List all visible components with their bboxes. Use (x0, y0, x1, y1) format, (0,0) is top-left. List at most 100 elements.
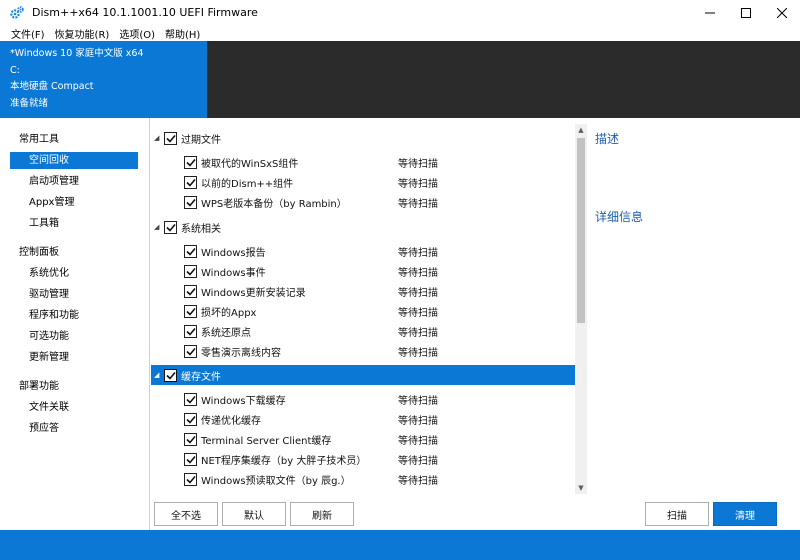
item-status: 等待扫描 (398, 415, 438, 427)
menu-file[interactable]: 文件(F) (0, 26, 50, 41)
item-label: Windows事件 (201, 267, 266, 279)
session-card-active[interactable]: *Windows 10 家庭中文版 x64 C: 本地硬盘 Compact 准备… (0, 41, 207, 118)
menu-help[interactable]: 帮助(H) (160, 26, 205, 41)
group-expired-files[interactable]: ◢ 过期文件 (151, 128, 575, 148)
checkbox[interactable] (184, 195, 197, 209)
list-item[interactable]: 零售演示离线内容 等待扫描 (151, 341, 575, 361)
item-label: 传递优化缓存 (201, 415, 261, 427)
checkbox[interactable] (184, 452, 197, 466)
scrollbar-thumb[interactable] (577, 138, 585, 323)
sidebar-item-appx[interactable]: Appx管理 (10, 194, 138, 211)
session-status: 准备就绪 (10, 97, 49, 109)
expand-triangle-icon[interactable]: ◢ (154, 223, 164, 231)
item-status: 等待扫描 (398, 395, 438, 407)
item-label: 被取代的WinSxS组件 (201, 158, 299, 170)
list-item[interactable]: 被取代的WinSxS组件 等待扫描 (151, 152, 575, 172)
deselect-all-button[interactable]: 全不选 (154, 502, 218, 526)
scan-button[interactable]: 扫描 (645, 502, 709, 526)
checkbox[interactable] (164, 131, 177, 145)
item-status: 等待扫描 (398, 307, 438, 319)
checkmark-icon (185, 347, 196, 356)
list-item[interactable]: Windows更新安装记录 等待扫描 (151, 281, 575, 301)
list-item[interactable]: Windows事件 等待扫描 (151, 261, 575, 281)
checkbox[interactable] (184, 392, 197, 406)
session-bar: *Windows 10 家庭中文版 x64 C: 本地硬盘 Compact 准备… (0, 41, 800, 118)
list-item[interactable]: Terminal Server Client缓存 等待扫描 (151, 429, 575, 449)
checkbox[interactable] (184, 244, 197, 258)
clean-button[interactable]: 清理 (713, 502, 777, 526)
list-scrollbar[interactable]: ▲ ▼ (575, 124, 587, 494)
list-item[interactable]: 传递优化缓存 等待扫描 (151, 409, 575, 429)
sidebar-item-file-assoc[interactable]: 文件关联 (10, 399, 138, 416)
list-item[interactable]: NET程序集缓存（by 大胖子技术员） 等待扫描 (151, 449, 575, 469)
maximize-icon (741, 7, 751, 18)
item-status: 等待扫描 (398, 455, 438, 467)
item-label: Windows预读取文件（by 辰g.） (201, 475, 351, 487)
minimize-icon (705, 12, 715, 13)
item-label: Terminal Server Client缓存 (201, 435, 332, 447)
item-label: 零售演示离线内容 (201, 347, 281, 359)
checkmark-icon (165, 371, 176, 380)
checkbox[interactable] (184, 432, 197, 446)
expand-triangle-icon[interactable]: ◢ (154, 371, 164, 379)
sidebar-item-system-optimize[interactable]: 系统优化 (10, 265, 138, 282)
sidebar-item-startup[interactable]: 启动项管理 (10, 173, 138, 190)
item-status: 等待扫描 (398, 327, 438, 339)
list-item[interactable]: Windows报告 等待扫描 (151, 241, 575, 261)
checkmark-icon (185, 415, 196, 424)
list-item[interactable]: WPS老版本备份（by Rambin） 等待扫描 (151, 192, 575, 212)
sidebar-item-optional-features[interactable]: 可选功能 (10, 328, 138, 345)
scroll-up-arrow-icon[interactable]: ▲ (575, 124, 587, 136)
item-status: 等待扫描 (398, 267, 438, 279)
sidebar-item-drivers[interactable]: 驱动管理 (10, 286, 138, 303)
close-icon (777, 7, 787, 18)
list-item[interactable]: Windows下载缓存 等待扫描 (151, 389, 575, 409)
sidebar-item-answer-file[interactable]: 预应答 (10, 420, 138, 437)
refresh-button[interactable]: 刷新 (290, 502, 354, 526)
item-status: 等待扫描 (398, 475, 438, 487)
checkbox[interactable] (164, 368, 177, 382)
sidebar: 常用工具 空间回收 启动项管理 Appx管理 工具箱 控制面板 系统优化 驱动管… (0, 118, 150, 530)
item-label: NET程序集缓存（by 大胖子技术员） (201, 455, 367, 467)
checkbox[interactable] (184, 264, 197, 278)
checkbox[interactable] (184, 155, 197, 169)
group-system-related[interactable]: ◢ 系统相关 (151, 217, 575, 237)
sidebar-item-space-reclaim[interactable]: 空间回收 (10, 152, 138, 169)
checkbox[interactable] (184, 304, 197, 318)
item-status: 等待扫描 (398, 347, 438, 359)
list-item[interactable]: Windows预读取文件（by 辰g.） 等待扫描 (151, 469, 575, 489)
checkbox[interactable] (184, 344, 197, 358)
checkbox[interactable] (184, 412, 197, 426)
checkbox[interactable] (164, 220, 177, 234)
window-title: Dism++x64 10.1.1001.10 UEFI Firmware (32, 6, 258, 19)
title-bar: Dism++x64 10.1.1001.10 UEFI Firmware (0, 0, 800, 25)
checkmark-icon (185, 198, 196, 207)
sidebar-item-toolbox[interactable]: 工具箱 (10, 215, 138, 232)
checkmark-icon (185, 287, 196, 296)
menu-options[interactable]: 选项(O) (114, 26, 160, 41)
list-item[interactable]: 系统还原点 等待扫描 (151, 321, 575, 341)
description-heading: 描述 (595, 132, 620, 146)
sidebar-group-common-tools: 常用工具 (19, 134, 59, 145)
checkmark-icon (185, 158, 196, 167)
sidebar-item-programs[interactable]: 程序和功能 (10, 307, 138, 324)
checkbox[interactable] (184, 175, 197, 189)
expand-triangle-icon[interactable]: ◢ (154, 134, 164, 142)
group-label: 过期文件 (181, 134, 221, 146)
checkbox[interactable] (184, 324, 197, 338)
menu-restore[interactable]: 恢复功能(R) (50, 26, 115, 41)
cleanup-list: ◢ 过期文件 被取代的WinSxS组件 等待扫描 以前的Dism++组件 等待扫… (151, 124, 575, 494)
list-item[interactable]: 以前的Dism++组件 等待扫描 (151, 172, 575, 192)
sidebar-group-deployment: 部署功能 (19, 381, 59, 392)
checkbox[interactable] (184, 472, 197, 486)
scroll-down-arrow-icon[interactable]: ▼ (575, 482, 587, 494)
minimize-button[interactable] (692, 0, 728, 25)
list-item[interactable]: 损坏的Appx 等待扫描 (151, 301, 575, 321)
default-button[interactable]: 默认 (222, 502, 286, 526)
item-label: 以前的Dism++组件 (201, 178, 294, 190)
checkbox[interactable] (184, 284, 197, 298)
maximize-button[interactable] (728, 0, 764, 25)
close-button[interactable] (764, 0, 800, 25)
group-cache-files[interactable]: ◢ 缓存文件 (151, 365, 575, 385)
sidebar-item-updates[interactable]: 更新管理 (10, 349, 138, 366)
